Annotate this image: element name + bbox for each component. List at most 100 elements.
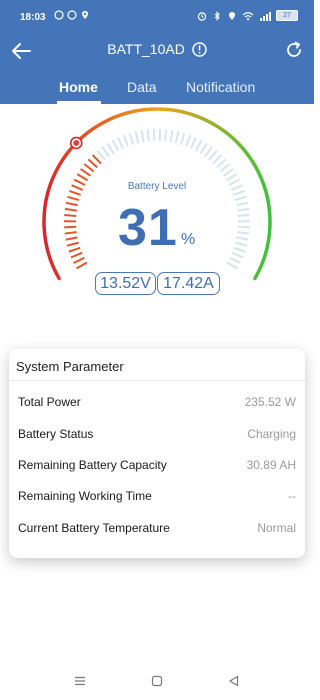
gauge-tick: [91, 154, 102, 165]
param-row-total-power: Total Power 235.52 W: [9, 395, 305, 419]
gauge-tick: [111, 139, 120, 152]
param-value: 235.52 W: [244, 395, 296, 409]
card-title: System Parameter: [16, 359, 124, 374]
tab-home[interactable]: Home: [59, 79, 98, 95]
gauge-tick: [140, 130, 145, 143]
voltage-chip: 13.52V: [95, 272, 156, 295]
gauge-tick: [212, 154, 223, 165]
menu-icon[interactable]: [73, 674, 87, 688]
home-square-icon[interactable]: [150, 674, 164, 688]
gauge-tick: [236, 236, 249, 241]
gauge-tick: [75, 261, 88, 270]
param-row-temperature: Current Battery Temperature Normal: [9, 521, 305, 545]
whatsapp-icon: [67, 10, 77, 20]
gauge-tick: [67, 195, 80, 202]
gauge-tick: [164, 129, 168, 142]
gauge-label: Battery Level: [127, 181, 187, 192]
status-time: 18:03: [20, 12, 46, 23]
status-bar: 18:03 27: [0, 0, 314, 34]
param-value: 30.89 AH: [246, 458, 296, 472]
gauge-tick: [237, 207, 250, 212]
gauge-tick: [229, 256, 241, 264]
battery-icon: 27: [276, 10, 298, 21]
system-nav-bar: [0, 666, 314, 700]
gauge-tick: [146, 129, 150, 142]
gauge-tick: [226, 261, 239, 270]
gauge-tick: [68, 246, 81, 253]
param-value: Charging: [247, 427, 296, 441]
gauge-tick: [237, 225, 250, 229]
current-chip: 17.42A: [157, 272, 220, 295]
gauge-tick: [169, 130, 174, 143]
gauge-tick: [106, 142, 115, 155]
gauge-tick: [233, 246, 246, 253]
status-left-icons: [54, 10, 90, 20]
gauge-tick: [70, 251, 83, 259]
gauge-tick: [237, 214, 250, 217]
gauge-tick: [216, 158, 227, 169]
gauge-tick: [194, 139, 203, 152]
alarm-icon: [197, 11, 207, 21]
gauge-tick: [64, 225, 77, 229]
signal-icon: [260, 11, 271, 21]
gauge-tick: [128, 132, 135, 145]
param-row-battery-status: Battery Status Charging: [9, 427, 305, 451]
tab-notification[interactable]: Notification: [186, 79, 255, 95]
battery-level-value: 31: [118, 199, 178, 257]
gauge-tick: [73, 256, 85, 264]
gauge-tick: [235, 241, 248, 247]
gauge-tick: [225, 173, 238, 182]
wifi-icon: [242, 11, 254, 20]
param-label: Remaining Working Time: [18, 489, 152, 503]
gauge-tick: [190, 137, 197, 149]
gauge-tick: [65, 236, 78, 241]
gauge-tick: [83, 163, 95, 173]
bluetooth-icon: [214, 10, 220, 21]
gauge-tick: [237, 231, 250, 235]
gauge-tick: [234, 195, 247, 202]
card-divider: [9, 380, 305, 381]
gauge-tick: [199, 142, 208, 155]
gauge-tick: [96, 150, 106, 161]
param-row-remaining-time: Remaining Working Time --: [9, 489, 305, 513]
gauge-tick: [117, 137, 124, 149]
location-icon: [82, 11, 88, 19]
gauge-tick: [65, 201, 78, 207]
title-wrap: BATT_10AD: [0, 41, 314, 57]
gauge-tick: [179, 132, 186, 145]
param-row-remaining-capacity: Remaining Battery Capacity 30.89 AH: [9, 458, 305, 482]
whatsapp-icon: [54, 10, 64, 20]
gauge-tick: [122, 134, 129, 147]
param-label: Current Battery Temperature: [18, 521, 170, 535]
info-icon[interactable]: [191, 42, 207, 57]
gauge-tick: [185, 134, 192, 147]
battery-level-unit: %: [181, 231, 196, 248]
gauge-tick: [134, 131, 140, 144]
app-bar: BATT_10AD Home Data Notification: [0, 34, 314, 104]
gauge-tick: [80, 168, 92, 177]
back-triangle-icon[interactable]: [227, 674, 241, 688]
param-label: Remaining Battery Capacity: [18, 458, 167, 472]
page-title: BATT_10AD: [107, 41, 185, 57]
refresh-icon[interactable]: [284, 40, 304, 60]
gauge-tick: [76, 173, 89, 182]
gauge-tick: [236, 201, 249, 207]
location-icon: [229, 11, 235, 20]
param-label: Total Power: [18, 395, 81, 409]
gauge-tick: [66, 241, 79, 247]
gauge-tick: [174, 131, 180, 144]
param-value: --: [288, 489, 296, 503]
battery-gauge: Battery Level 31 % 13.52V 17.42A: [0, 104, 314, 344]
gauge-tick: [208, 150, 218, 161]
gauge-tick: [101, 146, 110, 158]
gauge-tick: [231, 251, 244, 259]
param-value: Normal: [257, 521, 296, 535]
gauge-tick: [64, 207, 77, 212]
gauge-tick: [222, 168, 234, 177]
tab-bar: Home Data Notification: [0, 77, 314, 104]
gauge-tick: [64, 231, 77, 235]
tab-data[interactable]: Data: [127, 79, 157, 95]
status-right-icons: 27: [197, 10, 298, 21]
gauge-tick: [204, 146, 213, 158]
level-marker-dot: [73, 139, 80, 146]
